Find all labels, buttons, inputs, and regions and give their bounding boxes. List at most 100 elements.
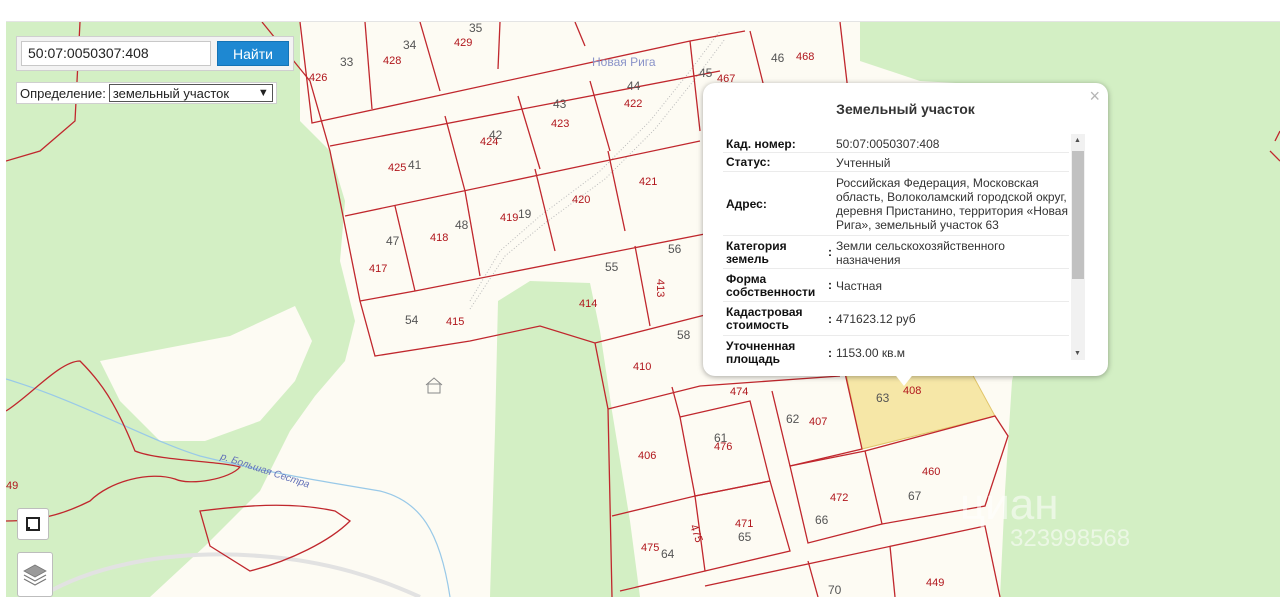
scroll-up-icon[interactable]: ▲ — [1074, 137, 1081, 144]
layers-icon — [23, 564, 47, 586]
parcel-label: 408 — [903, 385, 921, 397]
parcel-label: 35 — [469, 22, 483, 35]
parcel-label: 47 — [386, 234, 400, 248]
parcel-label: 34 — [403, 38, 417, 52]
parcel-label: 414 — [579, 298, 597, 310]
parcel-label: 56 — [668, 242, 682, 256]
parcel-info-popup: × Земельный участок Кад. номер: 50:07:00… — [703, 83, 1108, 386]
parcel-label: 413 — [654, 279, 666, 297]
dirt-road-2 — [469, 38, 726, 310]
scroll-thumb[interactable] — [1072, 151, 1084, 279]
parcel-label: 476 — [714, 441, 732, 453]
definition-label: Определение: — [20, 85, 106, 101]
attr-value: Российская Федерация, Московская область… — [836, 176, 1068, 232]
parcel-label: 55 — [605, 260, 619, 274]
parcel-label: 63 — [876, 391, 890, 405]
parcel-attributes-table: Кад. номер: 50:07:0050307:408 Статус: Уч… — [723, 135, 1069, 369]
parcel-label: 417 — [369, 263, 387, 275]
attr-key: Форма собственности: — [726, 271, 832, 299]
parcel-label: 449 — [926, 577, 944, 589]
parcel-label: 460 — [922, 466, 940, 478]
top-bar — [0, 0, 1280, 21]
parcel-label: 67 — [908, 489, 922, 503]
find-button[interactable]: Найти — [217, 41, 289, 66]
attr-row-cadastral-number: Кад. номер: 50:07:0050307:408 — [723, 135, 1069, 153]
attr-value[interactable]: 50:07:0050307:408 — [832, 135, 1069, 152]
building-icon — [425, 377, 443, 394]
parcel-label: 66 — [815, 513, 829, 527]
parcel-label: 41 — [408, 158, 422, 172]
search-panel: 50:07:0050307:408 Найти — [16, 36, 294, 71]
forest-area-west — [6, 22, 355, 597]
scroll-down-icon[interactable]: ▼ — [1074, 350, 1081, 357]
attr-key: Статус: — [726, 155, 771, 169]
attr-row-status: Статус: Учтенный — [723, 153, 1069, 172]
definition-row: Определение: земельный участок ▼ — [16, 82, 277, 104]
parcel-label: 19 — [518, 207, 532, 221]
parcel-label: 406 — [638, 450, 656, 462]
parcel-label: 44 — [627, 79, 641, 93]
dirt-road — [469, 30, 721, 302]
parcel-label: 62 — [786, 412, 800, 426]
parcel-label: 422 — [624, 98, 642, 110]
parcel-label: 46 — [771, 51, 785, 65]
definition-select[interactable]: земельный участок ▼ — [108, 84, 273, 102]
attr-key: Кад. номер: — [726, 136, 796, 151]
attr-row-ownership: Форма собственности: Частная — [723, 269, 1069, 302]
parcel-label: 419 — [500, 212, 518, 224]
attr-key: Кадастровая стоимость: — [726, 305, 832, 332]
attr-value: 1153.00 кв.м — [836, 346, 906, 360]
watermark-phone: 323998568 — [1010, 525, 1130, 552]
parcel-label: 64 — [661, 547, 675, 561]
parcel-label: 410 — [633, 361, 651, 373]
parcel-label: 418 — [430, 232, 448, 244]
parcel-label: 49 — [6, 480, 18, 492]
parcel-label: 65 — [738, 530, 752, 544]
attr-row-land-category: Категория земель: Земли сельскохозяйстве… — [723, 236, 1069, 269]
forest-area-center — [490, 281, 640, 597]
layers-button[interactable] — [17, 552, 53, 597]
parcel-label: 423 — [551, 118, 569, 130]
popup-title: Земельный участок — [836, 101, 975, 117]
attr-value: Учтенный — [836, 155, 891, 170]
parcel-label: 472 — [830, 492, 848, 504]
chevron-down-icon: ▼ — [257, 87, 269, 99]
parcel-label: 58 — [677, 328, 691, 342]
attr-row-cadastral-value: Кадастровая стоимость: 471623.12 руб — [723, 302, 1069, 336]
parcel-label: 33 — [340, 55, 354, 69]
popup-pointer — [893, 372, 915, 386]
parcel-label: 421 — [639, 176, 657, 188]
cadastral-number-input[interactable]: 50:07:0050307:408 — [21, 41, 211, 66]
parcel-label: 407 — [809, 416, 827, 428]
attr-value: Частная — [836, 278, 882, 293]
parcel-label: 428 — [383, 55, 401, 67]
attr-value: 471623.12 руб — [836, 312, 916, 326]
attr-key: Адрес: — [726, 196, 767, 211]
popup-scrollbar[interactable]: ▲ ▼ — [1071, 134, 1085, 360]
parcel-label: 429 — [454, 37, 472, 49]
parcel-label: 42 — [489, 128, 503, 142]
attr-key: Уточненная площадь: — [726, 339, 832, 366]
parcel-label: 425 — [388, 162, 406, 174]
attr-key: Категория земель: — [726, 238, 832, 266]
parcel-label: 415 — [446, 316, 464, 328]
parcel-label: 70 — [828, 583, 842, 597]
parcel-label: 54 — [405, 313, 419, 327]
parcel-label: 471 — [735, 518, 753, 530]
parcel-label: 468 — [796, 51, 814, 63]
parcel-label: 48 — [455, 218, 469, 232]
parcel-label: 474 — [730, 386, 748, 398]
place-name: Новая Рига — [592, 55, 656, 69]
parcel-label: 475 — [641, 542, 659, 554]
frame-icon — [26, 517, 40, 531]
attr-row-area: Уточненная площадь: 1153.00 кв.м — [723, 336, 1069, 369]
attr-row-address: Адрес: Российская Федерация, Московская … — [723, 172, 1069, 236]
parcel-label: 475 — [687, 523, 705, 544]
watermark-logo: циан — [960, 480, 1059, 529]
parcel-label: 43 — [553, 97, 567, 111]
frame-tool-button[interactable] — [17, 508, 49, 540]
parcel-label: 45 — [699, 66, 713, 80]
parcel-label: 426 — [309, 72, 327, 84]
attr-value: Земли сельскохозяйственного назначения — [836, 238, 1005, 267]
definition-selected-value: земельный участок — [112, 85, 230, 101]
